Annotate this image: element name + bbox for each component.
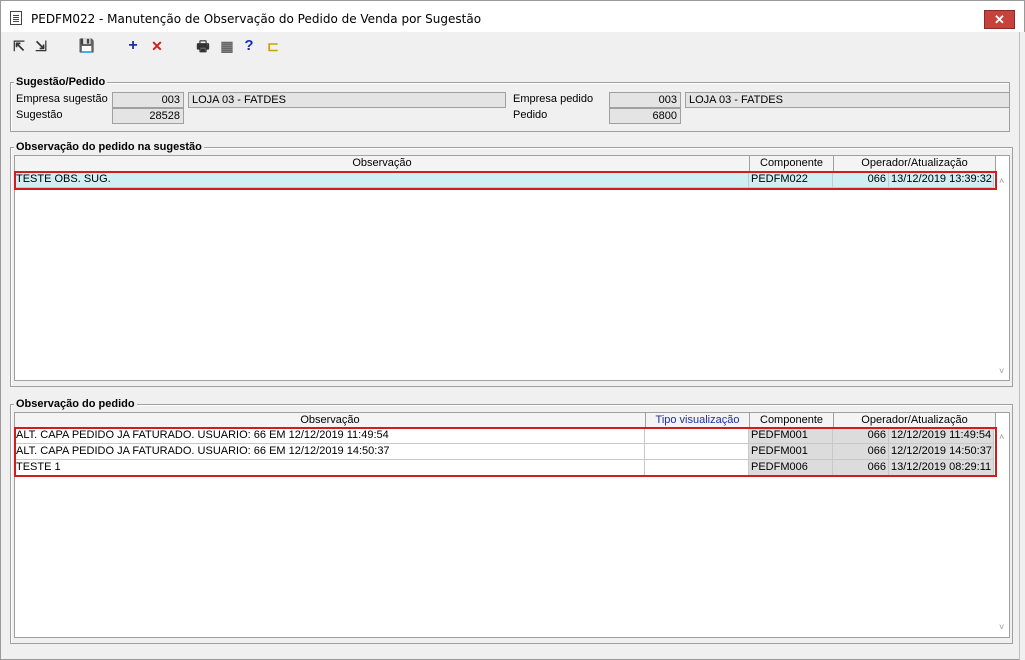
empresa-pedido-label: Empresa pedido bbox=[513, 93, 594, 105]
window-title: PEDFM022 - Manutenção de Observação do P… bbox=[31, 12, 482, 26]
cell-tipo bbox=[645, 460, 749, 476]
pedido-label: Pedido bbox=[513, 109, 548, 121]
sugestao-label: Sugestão bbox=[16, 109, 63, 121]
cell-observacao: ALT. CAPA PEDIDO JA FATURADO. USUARIO: 6… bbox=[14, 428, 645, 444]
scroll-down-icon[interactable]: ˅ bbox=[999, 366, 1004, 376]
cell-data: 12/12/2019 11:49:54 bbox=[889, 428, 994, 444]
cell-operador: 066 bbox=[833, 172, 889, 188]
cell-componente: PEDFM022 bbox=[749, 172, 833, 188]
grid-icon[interactable]: ▦ bbox=[218, 36, 236, 56]
close-button[interactable]: ✕ bbox=[984, 10, 1015, 29]
empresa-sugestao-name-field: LOJA 03 - FATDES bbox=[188, 92, 506, 108]
empresa-pedido-code-field[interactable]: 003 bbox=[609, 92, 681, 108]
cell-operador: 066 bbox=[833, 460, 889, 476]
empresa-sugestao-code-field[interactable]: 003 bbox=[112, 92, 184, 108]
cell-operador: 066 bbox=[833, 428, 889, 444]
help-icon[interactable]: ? bbox=[240, 36, 258, 56]
col-header-componente[interactable]: Componente bbox=[750, 413, 834, 429]
cell-observacao: ALT. CAPA PEDIDO JA FATURADO. USUARIO: 6… bbox=[14, 444, 645, 460]
cell-observacao: TESTE OBS. SUG. bbox=[14, 172, 749, 188]
table-row[interactable]: TESTE OBS. SUG. PEDFM022 066 13/12/2019 … bbox=[14, 172, 994, 188]
cell-data: 13/12/2019 08:29:11 bbox=[889, 460, 994, 476]
add-icon[interactable]: + bbox=[124, 36, 142, 56]
sugestao-field[interactable]: 28528 bbox=[112, 108, 184, 124]
scroll-down-icon[interactable]: ˅ bbox=[999, 622, 1004, 632]
sugestao-pedido-label: Sugestão/Pedido bbox=[14, 76, 108, 88]
cell-operador: 066 bbox=[833, 444, 889, 460]
table-row[interactable]: TESTE 1 PEDFM006 066 13/12/2019 08:29:11 bbox=[14, 460, 994, 476]
title-bar: PEDFM022 - Manutenção de Observação do P… bbox=[0, 0, 1025, 32]
col-header-observacao[interactable]: Observação bbox=[15, 156, 750, 172]
first-record-icon[interactable]: ⇱ bbox=[10, 36, 28, 56]
document-icon bbox=[10, 11, 22, 25]
col-header-observacao[interactable]: Observação bbox=[15, 413, 646, 429]
col-header-tipo-visualizacao[interactable]: Tipo visualização bbox=[646, 413, 750, 429]
obs-sugestao-label: Observação do pedido na sugestão bbox=[14, 141, 204, 153]
col-header-operador[interactable]: Operador/Atualização bbox=[834, 156, 996, 172]
cell-data: 13/12/2019 13:39:32 bbox=[889, 172, 994, 188]
empresa-sugestao-label: Empresa sugestão bbox=[16, 93, 108, 105]
table-row[interactable]: ALT. CAPA PEDIDO JA FATURADO. USUARIO: 6… bbox=[14, 428, 994, 444]
cell-componente: PEDFM001 bbox=[749, 428, 833, 444]
move-icon[interactable]: ⇲ bbox=[32, 36, 50, 56]
empresa-pedido-name-field: LOJA 03 - FATDES bbox=[685, 92, 1010, 108]
cell-observacao: TESTE 1 bbox=[14, 460, 645, 476]
obs-pedido-label: Observação do pedido bbox=[14, 398, 137, 410]
cell-data: 12/12/2019 14:50:37 bbox=[889, 444, 994, 460]
cell-componente: PEDFM001 bbox=[749, 444, 833, 460]
exit-icon[interactable]: ⊏ bbox=[264, 36, 282, 56]
cell-componente: PEDFM006 bbox=[749, 460, 833, 476]
col-header-componente[interactable]: Componente bbox=[750, 156, 834, 172]
cell-tipo bbox=[645, 444, 749, 460]
cell-tipo bbox=[645, 428, 749, 444]
save-icon[interactable]: 💾 bbox=[78, 36, 96, 56]
window-edge bbox=[1019, 32, 1025, 660]
table-row[interactable]: ALT. CAPA PEDIDO JA FATURADO. USUARIO: 6… bbox=[14, 444, 994, 460]
pedido-field[interactable]: 6800 bbox=[609, 108, 681, 124]
print-icon[interactable]: 🖶 bbox=[194, 36, 212, 56]
delete-icon[interactable]: ✕ bbox=[148, 36, 166, 56]
scroll-up-icon[interactable]: ˄ bbox=[999, 432, 1004, 442]
col-header-operador[interactable]: Operador/Atualização bbox=[834, 413, 996, 429]
obs-sugestao-grid[interactable]: Observação Componente Operador/Atualizaç… bbox=[14, 155, 1010, 381]
scroll-up-icon[interactable]: ˄ bbox=[999, 176, 1004, 186]
